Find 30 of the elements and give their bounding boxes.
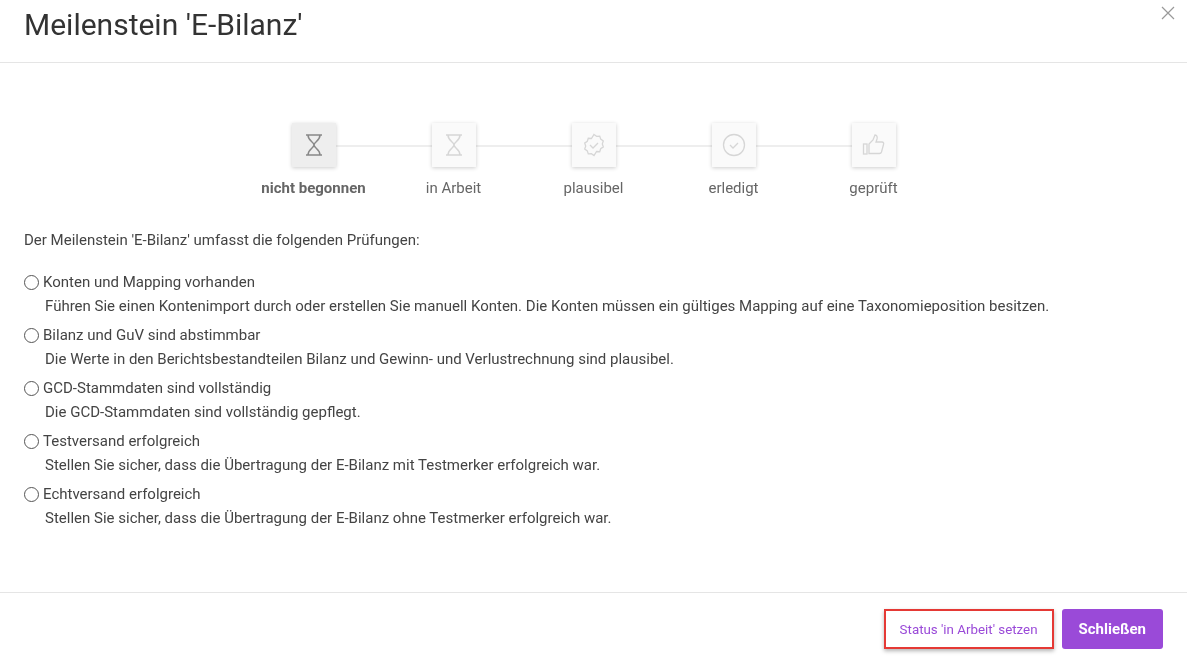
set-status-button[interactable]: Status 'in Arbeit' setzen (883, 609, 1054, 649)
status-step[interactable] (851, 123, 896, 167)
hourglass-icon (443, 134, 464, 156)
close-button[interactable]: Schließen (1061, 609, 1163, 649)
check-description: Führen Sie einen Kontenimport durch oder erstellen Sie manuell Konten. Die Konten müssen ein gültiges Mapping auf eine Taxonomieposition besitzen. (45, 296, 1051, 316)
status-step[interactable] (571, 123, 616, 167)
status-label: nicht begonnen (261, 179, 366, 197)
check-description: Die Werte in den Berichtsbestandteilen Bilanz und Gewinn- und Verlustrechnung sind plausibel. (45, 349, 675, 369)
check-description: Die GCD-Stammdaten sind vollständig gepflegt. (45, 402, 362, 422)
check-title: GCD-Stammdaten sind vollständig (43, 378, 272, 398)
status-step[interactable] (711, 123, 756, 167)
check-description: Stellen Sie sicher, dass die Übertragung der E-Bilanz mit Testmerker erfolgreich war. (45, 455, 602, 475)
check-circle-icon (721, 133, 746, 157)
dialog-title: Meilenstein 'E-Bilanz' (24, 7, 303, 42)
hourglass-icon (303, 134, 324, 156)
status-label: erledigt (708, 179, 759, 197)
check-title: Bilanz und GuV sind abstimmbar (43, 325, 261, 345)
status-label: geprüft (849, 179, 898, 197)
check-badge-icon (581, 133, 606, 157)
status-label: in Arbeit (425, 179, 482, 197)
status-step[interactable] (291, 123, 336, 167)
close-icon[interactable] (1161, 6, 1175, 20)
check-title: Testversand erfolgreich (43, 431, 201, 451)
check-title: Konten und Mapping vorhanden (43, 272, 256, 292)
check-title: Echtversand erfolgreich (43, 484, 201, 504)
status-step[interactable] (431, 123, 476, 167)
status-label: plausibel (563, 179, 624, 197)
intro-text: Der Meilenstein 'E-Bilanz' umfasst die folgenden Prüfungen: (24, 231, 421, 249)
thumbs-up-icon (861, 133, 886, 157)
check-description: Stellen Sie sicher, dass die Übertragung der E-Bilanz ohne Testmerker erfolgreich war. (45, 508, 613, 528)
